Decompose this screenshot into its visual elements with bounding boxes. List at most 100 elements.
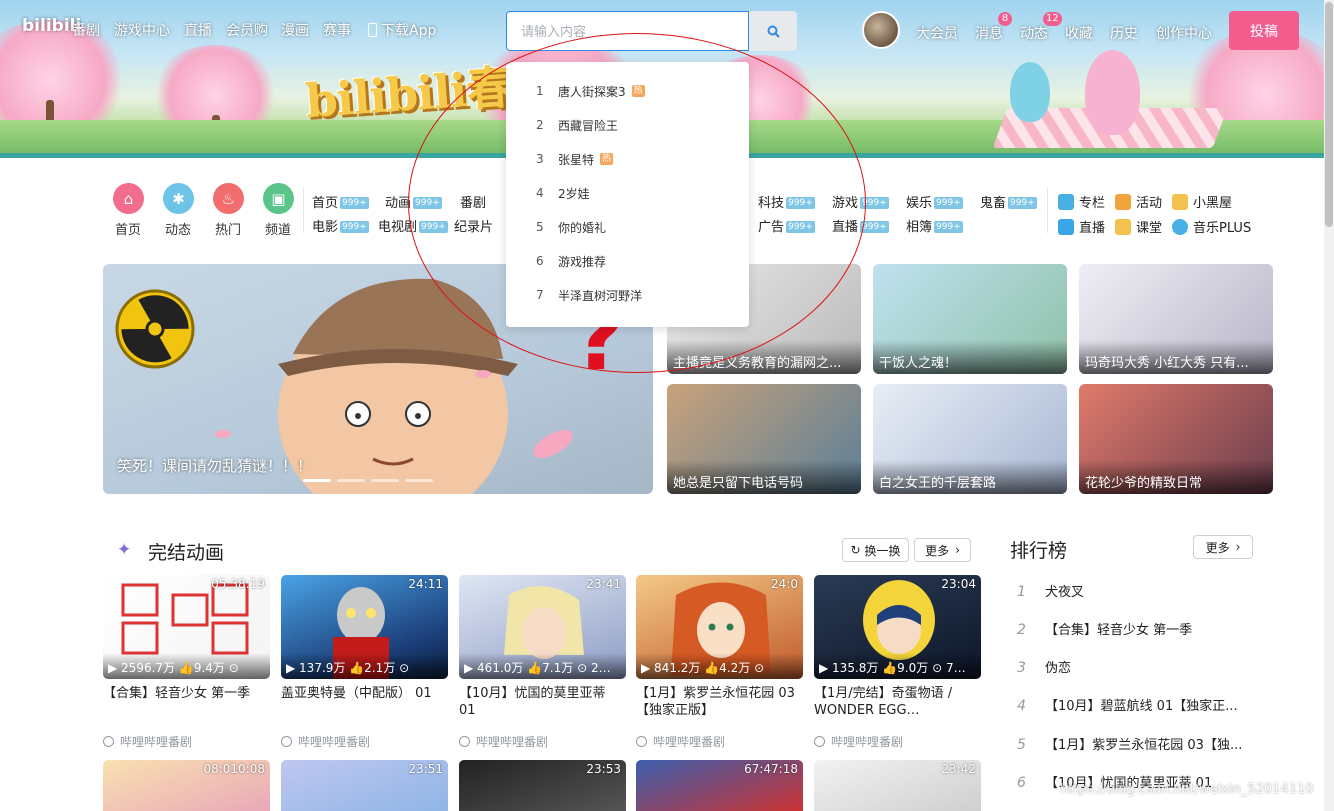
video-card[interactable]: 05:38:19 ▶ 2596.7万 👍9.4万 ⊙ 【合集】轻音少女 第一季 … (103, 575, 270, 750)
section-more-button[interactable]: 更多 › (914, 538, 971, 562)
nav-dynamics[interactable]: 动态 (1020, 23, 1048, 43)
fire-icon[interactable]: ♨ (213, 183, 244, 214)
extra-live[interactable]: 直播 (1058, 217, 1105, 236)
video-card[interactable]: 08:010:08 (103, 760, 270, 811)
category-home[interactable]: 首页 999+ (312, 192, 369, 211)
video-uploader[interactable]: 哔哩哔哩番剧 (814, 733, 981, 750)
video-title[interactable]: 【合集】轻音少女 第一季 (103, 685, 270, 719)
suggestion-item[interactable]: 2 西藏冒险王 (506, 108, 749, 142)
video-stats: ▶ 135.8万 👍9.0万 ⊙ 7… (814, 653, 981, 679)
refresh-button[interactable]: ↻ 换一换 (842, 538, 909, 562)
category-entertainment[interactable]: 娱乐 999+ (906, 192, 963, 211)
top-nav: bilibili 番剧 游戏中心 直播 会员购 漫画 赛事 下载App 大会员 … (0, 0, 1334, 60)
nav-live[interactable]: 直播 (184, 20, 212, 40)
category-bangumi[interactable]: 番剧 (460, 192, 486, 211)
video-title[interactable]: 【10月】忧国的莫里亚蒂 01 (459, 685, 626, 719)
category-ads[interactable]: 广告 999+ (758, 216, 815, 235)
carousel-dot[interactable] (371, 479, 399, 482)
video-card[interactable]: 23:51 (281, 760, 448, 811)
video-card[interactable]: 24:0 ▶ 841.2万 👍4.2万 ⊙ 【1月】紫罗兰永恒花园 03【独家正… (636, 575, 803, 750)
extra-activity[interactable]: 活动 (1115, 192, 1162, 211)
channel-channels[interactable]: 频道 (253, 219, 303, 238)
dynamics-badge: 12 (1043, 12, 1062, 26)
category-tech[interactable]: 科技 999+ (758, 192, 815, 211)
video-card[interactable]: 24:11 ▶ 137.9万 👍2.1万 ⊙ 盖亚奥特曼（中配版） 01 哔哩哔… (281, 575, 448, 750)
search-button[interactable] (749, 11, 797, 51)
category-album[interactable]: 相簿 999+ (906, 216, 963, 235)
promo-card[interactable]: 干饭人之魂！ (873, 264, 1067, 374)
user-avatar[interactable] (862, 11, 900, 49)
pinwheel-icon[interactable]: ✱ (163, 183, 194, 214)
promo-card[interactable]: 她总是只留下电话号码 (667, 384, 861, 494)
video-card[interactable]: 67:47:18 (636, 760, 803, 811)
nav-vip[interactable]: 大会员 (916, 23, 958, 43)
ranking-item[interactable]: 4 【10月】碧蓝航线 01【独家正... (1017, 695, 1262, 714)
suggestion-item[interactable]: 1 唐人街探案3 热 (506, 74, 749, 108)
hero-title[interactable]: 笑死！课间请勿乱猜谜！！！ (117, 455, 312, 476)
nav-favorites[interactable]: 收藏 (1065, 23, 1093, 43)
ranking-item[interactable]: 2 【合集】轻音少女 第一季 (1017, 619, 1262, 638)
video-duration: 05:38:19 (211, 577, 265, 591)
ranking-title: 排行榜 (1010, 540, 1068, 562)
extra-classroom[interactable]: 课堂 (1115, 217, 1162, 236)
promo-card[interactable]: 玛奇玛大秀 小红大秀 只有... (1079, 264, 1273, 374)
home-icon[interactable]: ⌂ (113, 183, 144, 214)
category-live[interactable]: 直播 999+ (832, 216, 889, 235)
channel-home[interactable]: 首页 (103, 219, 153, 238)
video-uploader[interactable]: 哔哩哔哩番剧 (281, 733, 448, 750)
video-uploader[interactable]: 哔哩哔哩番剧 (459, 733, 626, 750)
suggestion-item[interactable]: 4 2岁娃 (506, 176, 749, 210)
extra-music-plus[interactable]: 音乐PLUS (1172, 217, 1251, 236)
video-card[interactable]: 23:41 ▶ 461.0万 👍7.1万 ⊙ 2… 【10月】忧国的莫里亚蒂 0… (459, 575, 626, 750)
category-documentary[interactable]: 纪录片 (454, 216, 493, 235)
category-game[interactable]: 游戏 999+ (832, 192, 889, 211)
video-stats: ▶ 2596.7万 👍9.4万 ⊙ (103, 653, 270, 679)
carousel-dot[interactable] (337, 479, 365, 482)
ranking-more-button[interactable]: 更多 › (1193, 535, 1253, 559)
ranking-item[interactable]: 1 犬夜叉 (1017, 581, 1262, 600)
video-duration: 23:42 (941, 762, 976, 776)
ranking-item[interactable]: 3 伪恋 (1017, 657, 1262, 676)
nav-creator-center[interactable]: 创作中心 (1156, 23, 1212, 43)
search-input[interactable] (506, 11, 749, 51)
category-tv[interactable]: 电视剧 999+ (378, 216, 448, 235)
carousel-dot[interactable] (405, 479, 433, 482)
scrollbar-thumb[interactable] (1325, 2, 1333, 227)
category-animation[interactable]: 动画 999+ (385, 192, 442, 211)
video-card[interactable]: 23:42 (814, 760, 981, 811)
sparkle-icon: ✦ (117, 540, 132, 560)
channel-icon[interactable]: ▣ (263, 183, 294, 214)
channel-hot[interactable]: 热门 (203, 219, 253, 238)
ranking-item[interactable]: 5 【1月】紫罗兰永恒花园 03【独... (1017, 734, 1262, 753)
video-uploader[interactable]: 哔哩哔哩番剧 (103, 733, 270, 750)
carousel-dot[interactable] (303, 479, 331, 482)
nav-download-app[interactable]: 下载App (368, 20, 436, 40)
suggestion-item[interactable]: 5 你的婚礼 (506, 210, 749, 244)
category-kichiku[interactable]: 鬼畜 999+ (980, 192, 1037, 211)
nav-esports[interactable]: 赛事 (323, 20, 351, 40)
upload-button[interactable]: 投稿 (1229, 11, 1299, 50)
video-title[interactable]: 【1月/完结】奇蛋物语 / WONDER EGG… (814, 685, 981, 719)
video-card[interactable]: 23:04 ▶ 135.8万 👍9.0万 ⊙ 7… 【1月/完结】奇蛋物语 / … (814, 575, 981, 750)
suggestion-item[interactable]: 3 张星特热 (506, 142, 749, 176)
promo-card[interactable]: 花轮少爷的精致日常 (1079, 384, 1273, 494)
video-title[interactable]: 盖亚奥特曼（中配版） 01 (281, 685, 448, 719)
nav-messages[interactable]: 消息 (975, 23, 1003, 43)
nav-history[interactable]: 历史 (1110, 23, 1138, 43)
nav-anime[interactable]: 番剧 (72, 20, 100, 40)
suggestion-item[interactable]: 6 游戏推荐 (506, 244, 749, 278)
nav-member-shop[interactable]: 会员购 (226, 20, 268, 40)
page-scrollbar[interactable] (1324, 0, 1334, 811)
promo-caption: 白之女王的千层套路 (873, 460, 1067, 494)
extra-column[interactable]: 专栏 (1058, 192, 1105, 211)
video-title[interactable]: 【1月】紫罗兰永恒花园 03【独家正版】 (636, 685, 803, 719)
nav-game-center[interactable]: 游戏中心 (114, 20, 170, 40)
promo-card[interactable]: 白之女王的千层套路 (873, 384, 1067, 494)
suggestion-item[interactable]: 7 半泽直树河野洋 (506, 278, 749, 312)
channel-dynamics[interactable]: 动态 (153, 219, 203, 238)
video-card[interactable]: 23:53 (459, 760, 626, 811)
extra-blackroom[interactable]: 小黑屋 (1172, 192, 1232, 211)
category-movie[interactable]: 电影 999+ (312, 216, 369, 235)
nav-manga[interactable]: 漫画 (281, 20, 309, 40)
video-uploader[interactable]: 哔哩哔哩番剧 (636, 733, 803, 750)
